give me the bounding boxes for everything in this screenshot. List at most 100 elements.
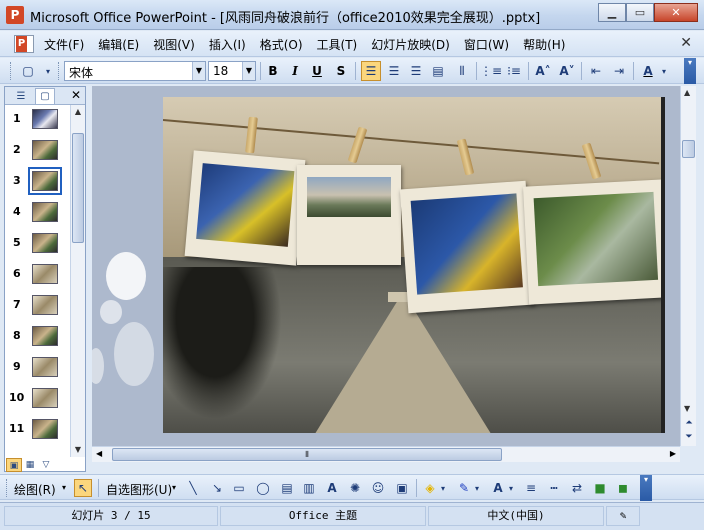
3d-style-icon[interactable]: ◼: [614, 479, 632, 497]
menu-help[interactable]: 帮助(H): [523, 36, 565, 53]
line-icon[interactable]: ╲: [184, 479, 202, 497]
rectangle-icon[interactable]: ▭: [230, 479, 248, 497]
dash-style-icon[interactable]: ┅: [545, 479, 563, 497]
close-panel-icon[interactable]: ✕: [71, 88, 81, 102]
wordart-icon[interactable]: A: [323, 479, 341, 497]
slide-horizontal-scrollbar[interactable]: ◀ ⦀ ▶: [92, 446, 680, 462]
font-name-select[interactable]: 宋体 ▼: [64, 61, 206, 81]
underline-button[interactable]: U: [307, 61, 327, 81]
oval-icon[interactable]: ◯: [254, 479, 272, 497]
toolbar-grip[interactable]: [58, 62, 61, 80]
slide-thumbnail[interactable]: 11: [5, 417, 69, 443]
slide-thumbnail[interactable]: 4: [5, 200, 69, 226]
chevron-down-icon[interactable]: ▾: [658, 61, 670, 81]
slide-thumbnail[interactable]: 9: [5, 355, 69, 381]
arrow-icon[interactable]: ↘: [208, 479, 226, 497]
scroll-left-icon[interactable]: ◀: [96, 449, 102, 458]
menu-view[interactable]: 视图(V): [153, 36, 195, 53]
chevron-down-icon[interactable]: ▾: [172, 483, 176, 492]
arrow-style-icon[interactable]: ⇄: [568, 479, 586, 497]
maximize-button[interactable]: ▭: [626, 3, 654, 22]
scroll-right-icon[interactable]: ▶: [670, 449, 676, 458]
font-color-icon[interactable]: A: [489, 479, 507, 497]
menu-edit[interactable]: 编辑(E): [98, 36, 139, 53]
hanging-photo-3[interactable]: [399, 180, 535, 314]
slides-panel-scrollbar[interactable]: ▲ ▼: [70, 105, 85, 457]
vertical-textbox-icon[interactable]: ▥: [300, 479, 318, 497]
next-slide-icon[interactable]: ⏷: [683, 432, 695, 442]
increase-font-icon[interactable]: A˄: [533, 61, 553, 81]
hanging-photo-2[interactable]: [297, 165, 401, 265]
align-center-icon[interactable]: ☰: [384, 61, 404, 81]
normal-view-icon[interactable]: ▣: [6, 458, 22, 472]
numbering-icon[interactable]: ⋮≡: [480, 61, 502, 81]
slide-thumbnail[interactable]: 2: [5, 138, 69, 164]
slide-sorter-icon[interactable]: ▦: [22, 458, 38, 472]
toolbar-options-icon[interactable]: ▾: [38, 61, 58, 81]
menu-format[interactable]: 格式(O): [260, 36, 303, 53]
hanging-photo-4[interactable]: [523, 179, 661, 305]
outline-tab-icon[interactable]: ☰: [11, 88, 31, 104]
decrease-font-icon[interactable]: A˅: [557, 61, 577, 81]
minimize-button[interactable]: ▁: [598, 3, 626, 22]
increase-indent-icon[interactable]: ⇥: [609, 61, 629, 81]
scrollbar-thumb[interactable]: [682, 140, 695, 158]
close-document-icon[interactable]: ✕: [680, 35, 692, 51]
close-window-button[interactable]: ✕: [654, 3, 698, 22]
hanging-photo-1[interactable]: [184, 150, 306, 266]
chevron-down-icon[interactable]: ▾: [472, 479, 482, 497]
line-style-icon[interactable]: ≡: [522, 479, 540, 497]
shadow-button[interactable]: S: [331, 61, 351, 81]
scroll-up-icon[interactable]: ▲: [71, 105, 85, 119]
bold-button[interactable]: B: [263, 61, 283, 81]
chevron-down-icon[interactable]: ▼: [192, 62, 205, 80]
slide-thumbnail[interactable]: 6: [5, 262, 69, 288]
current-slide[interactable]: [163, 97, 661, 433]
new-document-icon[interactable]: ▢: [18, 61, 38, 81]
select-pointer-icon[interactable]: ↖: [74, 479, 92, 497]
slide-editing-area[interactable]: [92, 86, 680, 446]
menu-slideshow[interactable]: 幻灯片放映(D): [371, 36, 450, 53]
font-color-icon[interactable]: A: [638, 61, 658, 81]
menu-file[interactable]: 文件(F): [44, 36, 84, 53]
slide-thumbnail[interactable]: 8: [5, 324, 69, 350]
document-icon[interactable]: [14, 35, 34, 53]
line-color-icon[interactable]: ✎: [455, 479, 473, 497]
slide-thumbnail-selected[interactable]: 3: [5, 167, 69, 195]
chevron-down-icon[interactable]: ▾: [506, 479, 516, 497]
fill-color-icon[interactable]: ◈: [421, 479, 439, 497]
menu-window[interactable]: 窗口(W): [464, 36, 509, 53]
diagram-icon[interactable]: ✺: [346, 479, 364, 497]
toolbar-grip[interactable]: [10, 62, 13, 80]
menu-insert[interactable]: 插入(I): [209, 36, 246, 53]
previous-slide-icon[interactable]: ⏶: [683, 418, 695, 428]
font-size-select[interactable]: 18 ▼: [208, 61, 256, 81]
distribute-icon[interactable]: ⦀: [452, 61, 472, 81]
toolbar-grip[interactable]: [6, 479, 9, 497]
align-left-icon[interactable]: ☰: [361, 61, 381, 81]
slide-thumbnail[interactable]: 10: [5, 386, 69, 412]
insert-picture-icon[interactable]: ▣: [393, 479, 411, 497]
scroll-up-icon[interactable]: ▲: [684, 88, 690, 97]
italic-button[interactable]: I: [285, 61, 305, 81]
shadow-style-icon[interactable]: ■: [591, 479, 609, 497]
align-right-icon[interactable]: ☰: [406, 61, 426, 81]
slide-thumbnail[interactable]: 7: [5, 293, 69, 319]
slideshow-icon[interactable]: ▽: [38, 458, 54, 472]
justify-icon[interactable]: ▤: [428, 61, 448, 81]
textbox-icon[interactable]: ▤: [278, 479, 296, 497]
chevron-down-icon[interactable]: ▾: [62, 483, 66, 492]
scroll-down-icon[interactable]: ▼: [684, 404, 690, 413]
draw-menu-button[interactable]: 绘图(R): [14, 481, 56, 498]
spellcheck-icon[interactable]: ✎: [606, 506, 640, 526]
autoshapes-button[interactable]: 自选图形(U): [106, 481, 172, 498]
slide-thumbnail[interactable]: 5: [5, 231, 69, 257]
toolbar-options-icon[interactable]: ▾: [640, 475, 652, 501]
clipart-icon[interactable]: ☺: [369, 479, 387, 497]
decrease-indent-icon[interactable]: ⇤: [586, 61, 606, 81]
slide-thumbnail[interactable]: 1: [5, 107, 69, 133]
chevron-down-icon[interactable]: ▾: [438, 479, 448, 497]
slide-vertical-scrollbar[interactable]: ▲ ▼ ⏶ ⏷: [680, 86, 696, 446]
scrollbar-thumb[interactable]: ⦀: [112, 448, 502, 461]
scrollbar-thumb[interactable]: [72, 133, 84, 243]
